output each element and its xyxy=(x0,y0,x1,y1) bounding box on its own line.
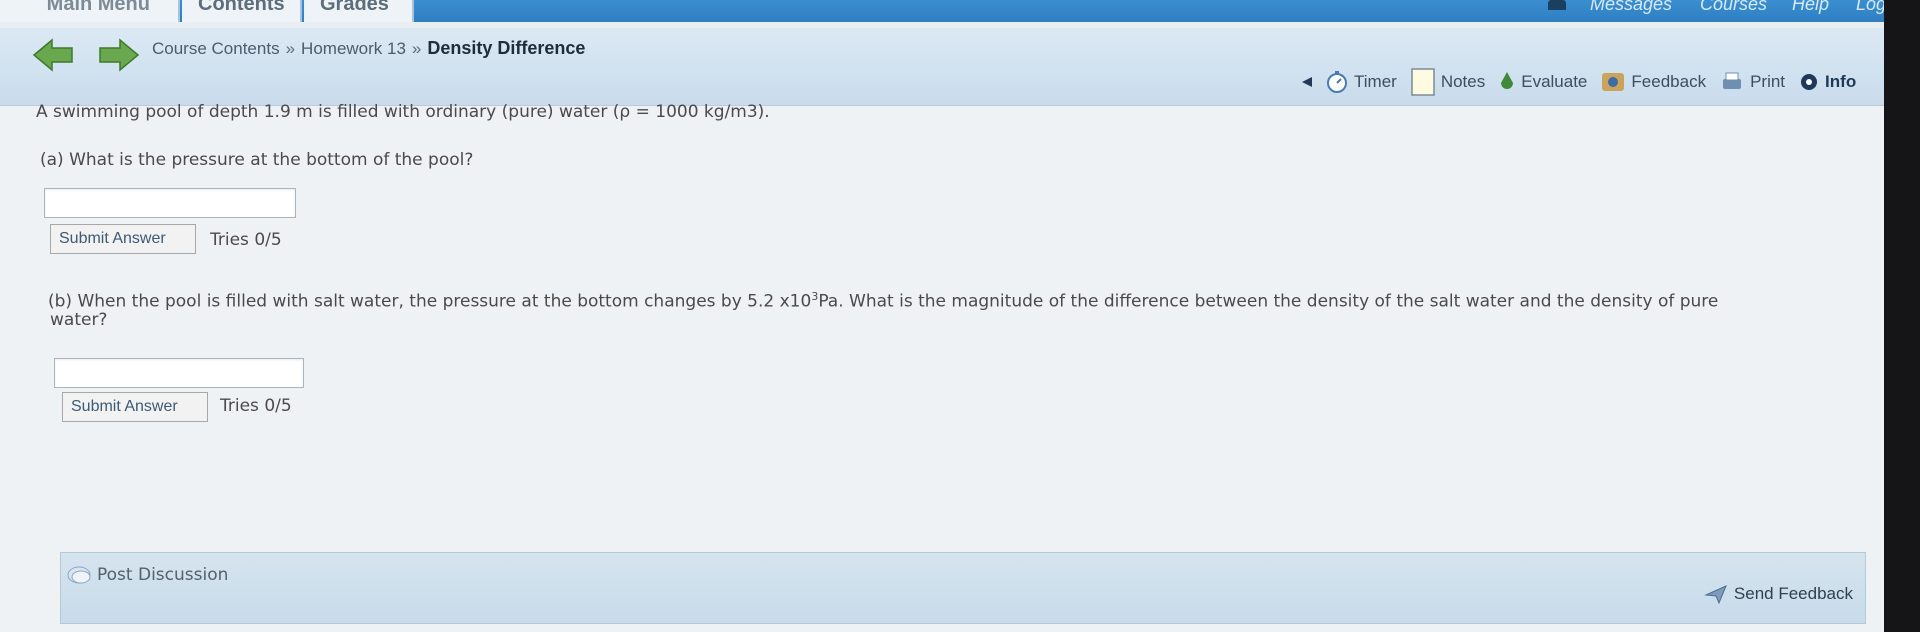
print-label: Print xyxy=(1750,72,1786,91)
courses-link[interactable]: Courses xyxy=(1700,0,1767,15)
timer-button[interactable]: Timer xyxy=(1300,71,1397,93)
discussion-icon xyxy=(67,566,91,584)
tab-main-menu[interactable]: Main Menu xyxy=(0,0,180,22)
send-feedback-button[interactable]: Send Feedback xyxy=(1703,583,1853,605)
evaluate-icon xyxy=(1501,72,1514,89)
timer-label: Timer xyxy=(1354,72,1397,91)
timer-icon xyxy=(1327,71,1347,93)
post-discussion-link[interactable]: Post Discussion xyxy=(97,565,228,585)
info-icon xyxy=(1801,74,1818,90)
messages-icon[interactable] xyxy=(1548,0,1566,10)
discussion-bar: Post Discussion Send Feedback xyxy=(60,552,1866,624)
page-title: Density Difference xyxy=(427,38,586,58)
feedback-button[interactable]: Feedback xyxy=(1601,71,1706,93)
breadcrumb-course-contents[interactable]: Course Contents xyxy=(152,39,280,58)
feedback-icon xyxy=(1602,73,1625,91)
logout-link[interactable]: Logout xyxy=(1856,0,1884,15)
problem-intro: A swimming pool of depth 1.9 m is filled… xyxy=(36,102,770,122)
send-feedback-icon xyxy=(1703,585,1727,605)
evaluate-button[interactable]: Evaluate xyxy=(1499,71,1587,93)
forward-arrow-icon[interactable] xyxy=(98,38,140,72)
tab-grades[interactable]: Grades xyxy=(304,0,414,22)
part-a-tries: Tries 0/5 xyxy=(210,230,282,250)
part-a-submit-button[interactable]: Submit Answer xyxy=(50,224,196,254)
notes-label: Notes xyxy=(1440,72,1486,91)
part-b-question: (b) When the pool is filled with salt wa… xyxy=(48,290,1718,312)
messages-link[interactable]: Messages xyxy=(1590,0,1672,15)
screen: Main Menu Contents Grades Messages Cours… xyxy=(0,0,1884,632)
breadcrumb: Course Contents » Homework 13 » Density Diff… xyxy=(152,38,585,59)
send-feedback-label: Send Feedback xyxy=(1733,584,1853,603)
back-arrow-icon[interactable] xyxy=(32,38,74,72)
breadcrumb-homework[interactable]: Homework 13 xyxy=(301,39,406,58)
part-b-question-text: (b) When the pool is filled with salt wa… xyxy=(48,291,812,312)
notes-button[interactable]: Notes xyxy=(1411,68,1485,96)
part-b-answer-input[interactable] xyxy=(54,358,304,388)
print-icon xyxy=(1723,72,1742,89)
breadcrumb-bar: Course Contents » Homework 13 » Density Diff… xyxy=(0,28,1884,106)
help-link[interactable]: Help xyxy=(1792,0,1829,15)
info-label: Info xyxy=(1825,72,1857,91)
top-nav-bar: Main Menu Contents Grades Messages Cours… xyxy=(0,0,1884,22)
print-button[interactable]: Print xyxy=(1720,71,1785,93)
part-b-question-line2: water? xyxy=(50,310,108,330)
breadcrumb-separator: » xyxy=(285,39,296,58)
feedback-label: Feedback xyxy=(1631,72,1707,91)
part-a-answer-input[interactable] xyxy=(44,188,296,218)
toolbar: Timer Notes Evaluate Feedback Print Info xyxy=(1300,62,1870,102)
monitor-bezel xyxy=(1884,0,1920,632)
problem-content: A swimming pool of depth 1.9 m is filled… xyxy=(0,102,1884,632)
info-button[interactable]: Info xyxy=(1799,72,1856,92)
collapse-arrow-icon[interactable] xyxy=(1300,75,1314,89)
breadcrumb-separator: » xyxy=(411,39,422,58)
evaluate-label: Evaluate xyxy=(1521,72,1588,91)
part-b-submit-button[interactable]: Submit Answer xyxy=(62,392,208,422)
part-b-question-text-cont: Pa. What is the magnitude of the differe… xyxy=(818,291,1719,312)
tab-contents[interactable]: Contents xyxy=(182,0,302,22)
notes-icon xyxy=(1411,68,1435,96)
part-b-tries: Tries 0/5 xyxy=(220,396,292,416)
part-a-question: (a) What is the pressure at the bottom o… xyxy=(40,150,474,170)
